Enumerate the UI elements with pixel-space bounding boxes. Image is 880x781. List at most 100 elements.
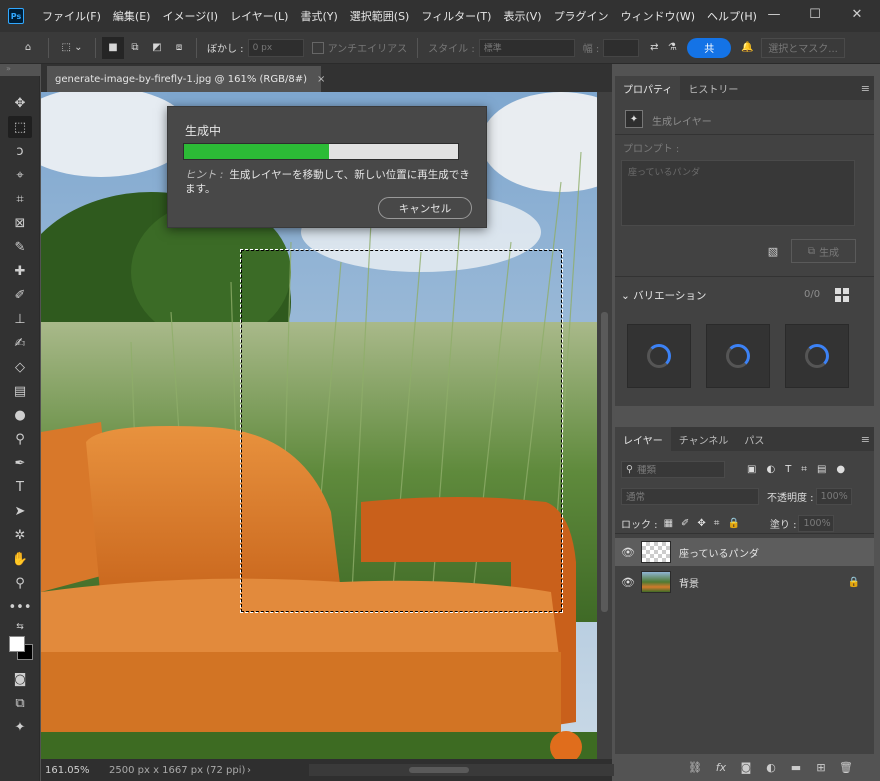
menu-item-10[interactable]: ヘルプ(H) [701,0,763,32]
quick-mask-icon[interactable]: ◙ [8,668,32,690]
frame-tool-icon[interactable]: ⊠ [8,212,32,234]
more-tools-icon[interactable]: ••• [8,596,32,618]
antialias-checkbox[interactable] [311,41,324,54]
swap-icon[interactable]: ⇄ [645,37,663,59]
visibility-eye-icon[interactable]: 👁 [615,546,641,559]
zoom-level[interactable]: 161.05% [45,765,97,776]
maximize-button[interactable]: ☐ [796,0,834,28]
filter-toggle-icon[interactable]: ● [836,464,845,475]
swap-colors-icon[interactable]: ⇆ [8,616,32,638]
status-menu-icon[interactable]: › [247,765,251,776]
fill-input[interactable]: 100% [798,514,835,532]
menu-item-0[interactable]: ファイル(F) [36,0,107,32]
lock-transparent-icon[interactable]: ▦ [664,518,673,529]
menu-item-8[interactable]: プラグイン [548,0,615,32]
panel-menu-icon[interactable]: ≡ [861,82,870,95]
minimize-button[interactable]: — [755,0,793,28]
menu-item-3[interactable]: レイヤー(L) [224,0,294,32]
gradient-tool-icon[interactable]: ▤ [8,380,32,402]
add-mask-icon[interactable]: ◙ [737,758,755,776]
brush-tool-icon[interactable]: ✐ [8,284,32,306]
filter-adjust-icon[interactable]: ◐ [766,464,775,475]
tab-layers[interactable]: レイヤー [615,427,671,451]
dodge-tool-icon[interactable]: ⚲ [8,428,32,450]
trash-icon[interactable]: 🗑 [837,758,855,776]
menu-item-4[interactable]: 書式(Y) [294,0,343,32]
panel-menu-icon[interactable]: ≡ [861,433,870,446]
healing-brush-icon[interactable]: ✚ [8,260,32,282]
hand-tool-icon[interactable]: ✋ [8,548,32,570]
eyedropper-tool-icon[interactable]: ✎ [8,236,32,258]
menu-item-1[interactable]: 編集(E) [107,0,157,32]
blend-mode-select[interactable]: 通常 [621,487,759,505]
reference-image-icon[interactable]: ▧ [765,244,781,258]
select-and-mask-button[interactable]: 選択とマスク... [761,37,845,58]
lock-position-icon[interactable]: ✥ [697,518,705,529]
tab-history[interactable]: ヒストリー [680,76,746,100]
prompt-input[interactable]: 座っているパンダ [621,160,855,226]
cancel-button[interactable]: キャンセル [378,197,472,219]
screen-mode-icon[interactable]: ⧉ [8,692,32,714]
tab-channels[interactable]: チャンネル [671,427,737,451]
generate-button[interactable]: ⧉ 生成 [791,239,856,263]
visibility-eye-icon[interactable]: 👁 [615,576,641,589]
lock-pixels-icon[interactable]: ✐ [681,518,689,529]
filter-shape-icon[interactable]: ⌗ [801,464,807,475]
add-selection-icon[interactable]: ⧉ [124,37,146,59]
layer-effects-icon[interactable]: fx [712,758,730,776]
menu-item-7[interactable]: 表示(V) [497,0,547,32]
filter-type-icon[interactable]: T [785,464,791,475]
share-button[interactable]: 共 [687,37,732,58]
foreground-color-swatch[interactable] [9,636,25,652]
stamp-tool-icon[interactable]: ⊥ [8,308,32,330]
layer-filter-select[interactable]: ⚲ 種類 [621,460,725,478]
scroll-thumb[interactable] [601,312,608,612]
blur-tool-icon[interactable]: ● [8,404,32,426]
close-window-button[interactable]: ✕ [838,0,876,28]
home-icon[interactable]: ⌂ [14,37,42,59]
menu-item-9[interactable]: ウィンドウ(W) [615,0,701,32]
layer-row[interactable]: 👁 背景 🔒 [615,568,874,596]
new-selection-icon[interactable]: ■ [102,36,124,59]
lock-artboard-icon[interactable]: ⌗ [714,518,720,529]
object-select-tool-icon[interactable]: ⌖ [8,164,32,186]
tab-properties[interactable]: プロパティ [615,76,681,100]
menu-item-2[interactable]: イメージ(I) [156,0,224,32]
close-icon[interactable]: × [317,74,325,85]
variations-header[interactable]: ⌄ バリエーション [621,288,706,303]
horizontal-scrollbar[interactable] [309,764,629,776]
intersect-selection-icon[interactable]: ⧈ [168,37,190,59]
collapse-toolbar-icon[interactable]: » [6,64,11,76]
filter-pixel-icon[interactable]: ▣ [747,464,756,475]
crop-tool-icon[interactable]: ⌗ [8,188,32,210]
grid-view-icon[interactable] [835,288,849,302]
pen-tool-icon[interactable]: ✒ [8,452,32,474]
new-layer-icon[interactable]: ⊞ [812,758,830,776]
adjustment-layer-icon[interactable]: ◐ [762,758,780,776]
zoom-tool-icon[interactable]: ⚲ [8,572,32,594]
marquee-preset-button[interactable]: ⬚ ⌄ [55,37,89,59]
layer-row[interactable]: 👁 座っているパンダ [615,538,874,566]
variation-tile[interactable] [706,324,770,388]
flask-icon[interactable]: ⚗ [663,37,681,59]
history-brush-icon[interactable]: ✍ [8,332,32,354]
bell-icon[interactable]: 🔔 [737,37,757,59]
feather-input[interactable]: 0 px [247,38,304,57]
document-tab[interactable]: generate-image-by-firefly-1.jpg @ 161% (… [47,66,325,92]
variation-tile[interactable] [785,324,849,388]
opacity-input[interactable]: 100% [815,487,852,505]
path-select-tool-icon[interactable]: ➤ [8,500,32,522]
lasso-tool-icon[interactable]: ↄ [8,140,32,162]
move-tool-icon[interactable]: ✥ [8,92,32,114]
menu-item-6[interactable]: フィルター(T) [415,0,497,32]
new-group-icon[interactable]: ▬ [787,758,805,776]
marquee-tool-icon[interactable]: ⬚ [8,116,32,138]
subtract-selection-icon[interactable]: ◩ [146,37,168,59]
type-tool-icon[interactable]: T [8,476,32,498]
variation-tile[interactable] [627,324,691,388]
tab-paths[interactable]: パス [736,427,772,451]
lock-all-icon[interactable]: 🔒 [727,518,739,529]
width-input[interactable] [603,38,640,57]
style-select[interactable]: 標準 [478,38,575,57]
menu-item-5[interactable]: 選択範囲(S) [344,0,416,32]
